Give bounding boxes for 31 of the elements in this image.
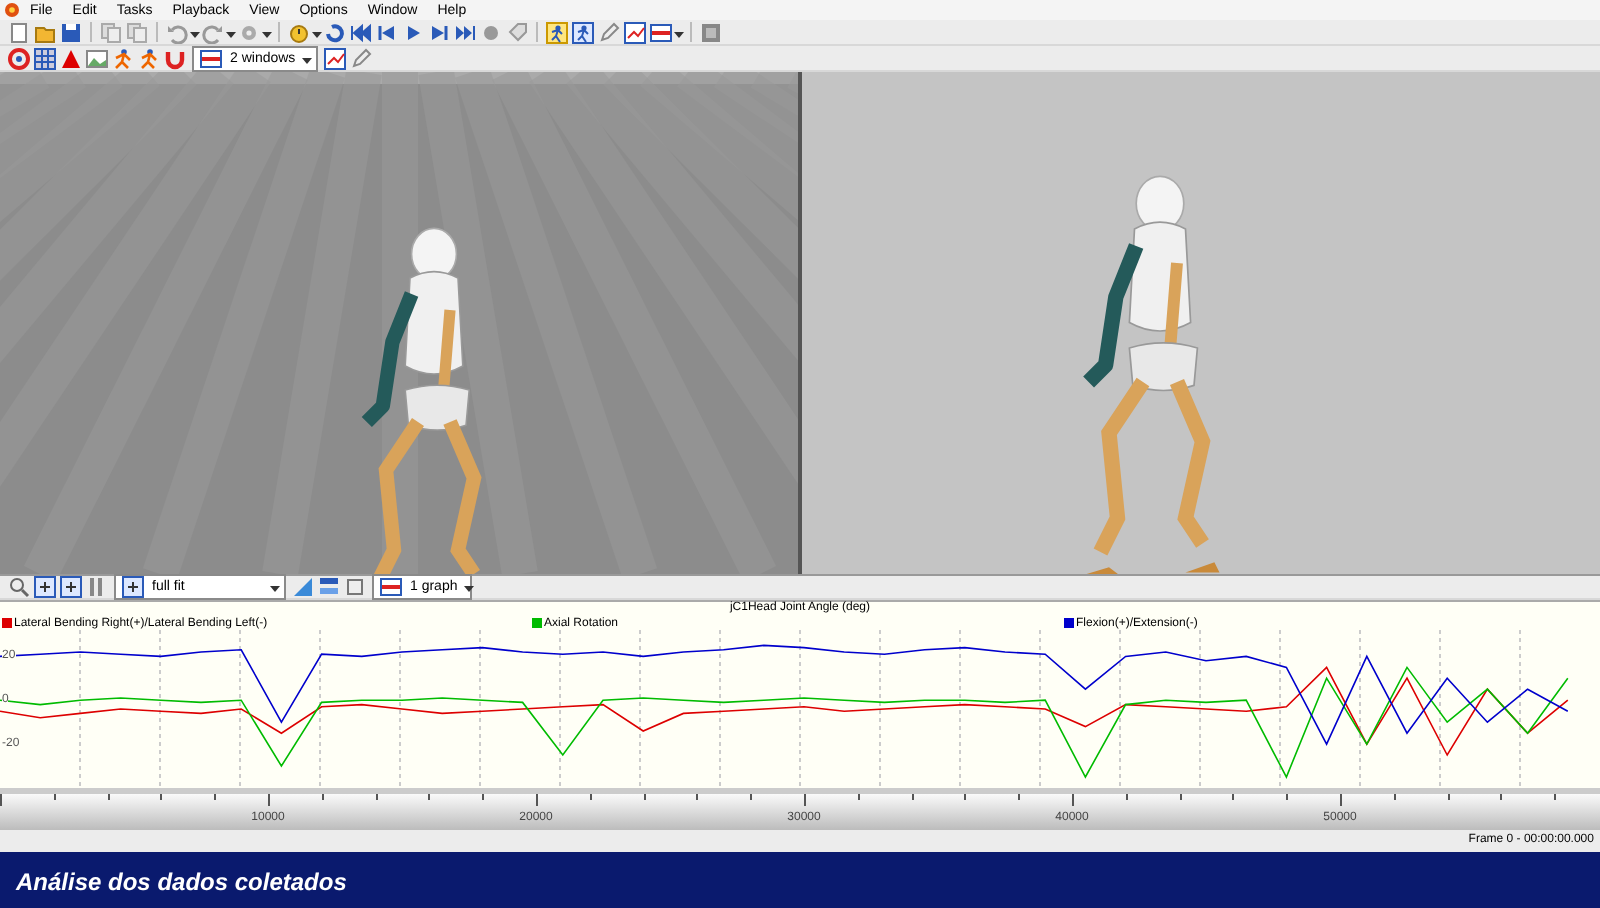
square-icon[interactable]	[700, 21, 722, 43]
fit-icon[interactable]	[34, 576, 56, 598]
skip-end-icon[interactable]	[454, 21, 476, 43]
grid-icon[interactable]	[34, 47, 56, 69]
skip-start-icon[interactable]	[350, 21, 372, 43]
stopwatch-icon[interactable]	[288, 21, 310, 43]
window-icon[interactable]	[380, 576, 402, 598]
figure-icon[interactable]	[546, 21, 568, 43]
app-logo-icon[interactable]	[4, 2, 20, 18]
triangle-icon[interactable]	[60, 47, 82, 69]
step-forward-icon[interactable]	[428, 21, 450, 43]
magnet-icon[interactable]	[164, 47, 186, 69]
step-back-icon[interactable]	[376, 21, 398, 43]
runner-icon[interactable]	[112, 47, 134, 69]
line-graph-icon[interactable]	[323, 47, 346, 69]
lens-icon[interactable]	[8, 576, 30, 598]
split-view-icon[interactable]	[650, 21, 672, 43]
image-icon[interactable]	[86, 47, 108, 69]
new-document-icon[interactable]	[8, 21, 30, 43]
line-graph-icon[interactable]	[624, 21, 646, 43]
figure-icon[interactable]	[572, 21, 594, 43]
zoom-icon[interactable]	[122, 576, 144, 598]
target-icon[interactable]	[8, 47, 30, 69]
fit-icon[interactable]	[60, 576, 82, 598]
runner-icon[interactable]	[138, 47, 160, 69]
save-icon[interactable]	[60, 21, 82, 43]
caption: Análise dos dados coletados	[16, 867, 347, 895]
rows-icon[interactable]	[318, 576, 340, 598]
layout-icon[interactable]	[200, 47, 222, 69]
square-icon[interactable]	[344, 576, 366, 598]
refresh-icon[interactable]	[324, 21, 346, 43]
